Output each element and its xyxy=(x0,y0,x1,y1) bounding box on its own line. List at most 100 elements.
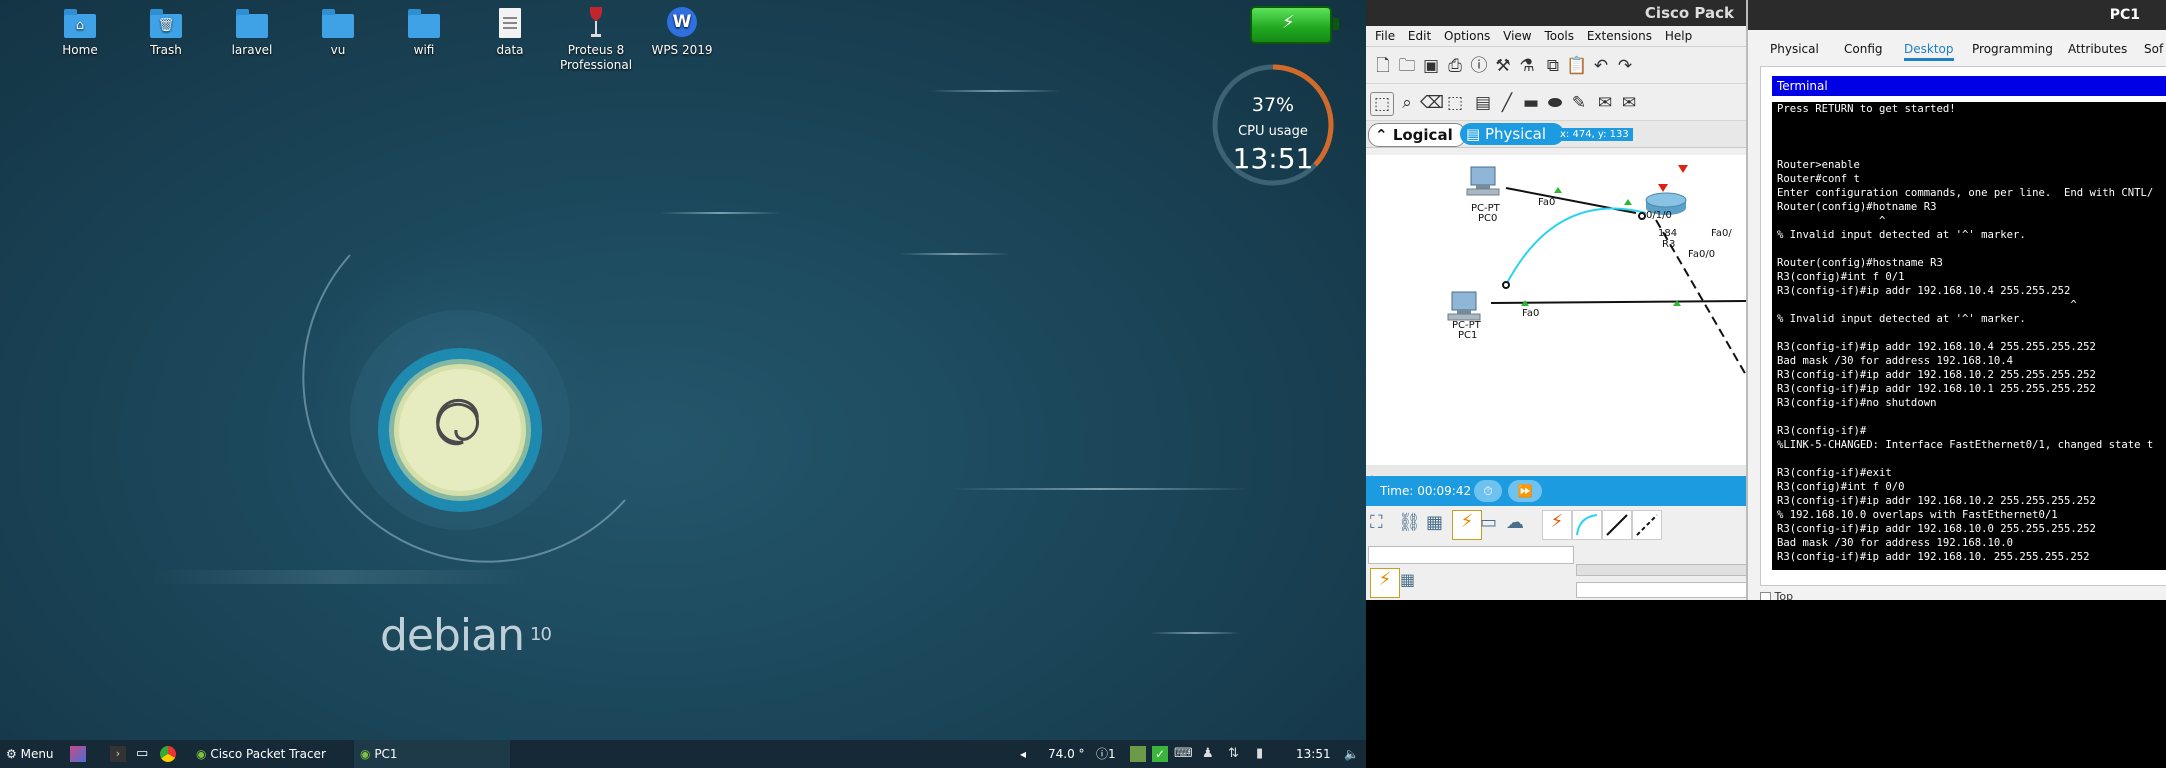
chevron-left-icon[interactable]: ◂ xyxy=(1020,740,1026,768)
crossover-cable-icon[interactable] xyxy=(1632,510,1662,540)
keyboard-icon[interactable]: ⌨ xyxy=(1174,746,1193,762)
menu-options[interactable]: Options xyxy=(1444,29,1490,43)
chrome-icon[interactable] xyxy=(160,746,176,762)
folder-icon xyxy=(234,6,270,40)
tab-physical[interactable]: Physical xyxy=(1770,42,1819,56)
menu-button[interactable]: ⚙ Menu xyxy=(6,740,54,768)
check-icon[interactable]: ✓ xyxy=(1152,746,1168,762)
notifications-badge[interactable]: ⓘ1 xyxy=(1096,740,1116,768)
menu-file[interactable]: File xyxy=(1375,29,1395,43)
menu-edit[interactable]: Edit xyxy=(1408,29,1431,43)
file-manager-icon[interactable]: ▭ xyxy=(136,746,152,762)
tab-label: Physical xyxy=(1484,125,1546,143)
fast-forward-button[interactable]: ⏩ xyxy=(1508,480,1542,502)
desktop-icon-proteus[interactable]: Proteus 8 Professional xyxy=(556,6,636,73)
simulation-time: Time: 00:09:42 xyxy=(1380,484,1472,498)
open-folder-icon[interactable]: 🗀 xyxy=(1396,55,1418,77)
battery-tray-icon[interactable]: ▮ xyxy=(1256,746,1272,762)
canvas-horizontal-scrollbar[interactable]: ◂ xyxy=(1366,465,1746,483)
desktop-icon-label: vu xyxy=(330,43,346,57)
user-icon[interactable]: ♟ xyxy=(1202,746,1218,762)
taskbar-clock[interactable]: 13:51 xyxy=(1296,740,1331,768)
rectangle-icon[interactable]: ▬ xyxy=(1520,92,1542,114)
terminal-line: R3(config)#int f 0/1 xyxy=(1777,271,1905,283)
print-icon[interactable]: ⎙ xyxy=(1444,55,1466,77)
desktop-icon-wifi[interactable]: wifi xyxy=(384,6,464,58)
activity-wizard-icon[interactable]: ⚗ xyxy=(1516,55,1538,77)
tab-attributes[interactable]: Attributes xyxy=(2068,42,2127,56)
volume-icon[interactable]: 🔈 xyxy=(1344,740,1359,768)
save-icon[interactable]: ▣ xyxy=(1420,55,1442,77)
device-pc1[interactable]: PC-PT PC1 Fa0 xyxy=(1447,291,1539,341)
freeform-icon[interactable]: ✎ xyxy=(1568,92,1590,114)
device-search-field[interactable] xyxy=(1368,546,1574,564)
desktop: ⌂ Home 🗑 Trash laravel vu wifi data Prot… xyxy=(0,0,1366,740)
select-icon[interactable]: ⬚ xyxy=(1370,92,1394,116)
connections-icon[interactable]: ⚡ xyxy=(1452,510,1482,540)
top-checkbox[interactable]: Top xyxy=(1760,590,1793,600)
taskbar-app-packet-tracer[interactable]: ◉ Cisco Packet Tracer xyxy=(196,740,326,768)
tab-logical[interactable]: ⌃ Logical xyxy=(1368,123,1466,147)
device-list-panel xyxy=(1576,582,1746,598)
tab-physical[interactable]: ▤ Physical xyxy=(1460,123,1564,145)
port-label: Fa0/0 xyxy=(1688,249,1715,260)
paste-icon[interactable]: 📋 xyxy=(1566,55,1588,77)
terminal-line: Router(config)#hostname R3 xyxy=(1777,257,1943,269)
terminal-line: Bad mask /30 for address 192.168.10.0 xyxy=(1777,537,2013,549)
power-cycle-button[interactable]: ⏱ xyxy=(1474,480,1502,502)
link-pc1-switch[interactable] xyxy=(1490,300,1746,304)
menu-tools[interactable]: Tools xyxy=(1544,29,1574,43)
new-file-icon[interactable]: 🗋 xyxy=(1372,55,1394,77)
time-bar: Time: 00:09:42 ⏱ ⏩ xyxy=(1366,476,1746,506)
resize-icon[interactable]: ⬚ xyxy=(1444,92,1466,114)
draw-line-icon[interactable]: ╱ xyxy=(1496,92,1518,114)
taskbar-app-pc1[interactable]: ◉ PC1 xyxy=(354,740,510,768)
desktop-icon-trash[interactable]: 🗑 Trash xyxy=(126,6,206,58)
tab-programming[interactable]: Programming xyxy=(1972,42,2053,56)
info-icon[interactable]: ⓘ xyxy=(1468,55,1490,77)
network-icon[interactable]: ⇅ xyxy=(1228,746,1244,762)
undo-icon[interactable]: ↶ xyxy=(1590,55,1612,77)
console-cable-icon[interactable] xyxy=(1572,510,1602,540)
terminal-output[interactable]: Press RETURN to get started! Router>enab… xyxy=(1772,102,2166,570)
desktop-icon-laravel[interactable]: laravel xyxy=(212,6,292,58)
tab-desktop[interactable]: Desktop xyxy=(1904,42,1954,61)
terminal-launcher-icon[interactable]: › xyxy=(110,746,126,762)
wallpaper-streak xyxy=(1150,632,1240,634)
device-type-bar: ⛶ ⛓ ▦ ⚡ ▭ ☁ ⚡ ⚡ ▦ xyxy=(1366,506,1746,600)
auto-connection-icon[interactable]: ⚡ xyxy=(1542,510,1572,540)
network-devices-icon[interactable]: ⛶ xyxy=(1370,512,1398,540)
components-icon[interactable]: ▦ xyxy=(1426,512,1454,540)
desktop-icon-home[interactable]: ⌂ Home xyxy=(40,6,120,58)
end-devices-icon[interactable]: ⛓ xyxy=(1398,512,1426,540)
desktop-icon-data[interactable]: data xyxy=(470,6,550,58)
multiuser-icon[interactable]: ☁ xyxy=(1506,512,1534,540)
copy-icon[interactable]: ⧉ xyxy=(1542,55,1564,77)
topology-canvas[interactable]: PC-PT PC0 Fa0 PC-PT PC1 Fa0 0/1/0 184 R3… xyxy=(1366,155,1746,465)
tray-app-icon[interactable] xyxy=(1130,746,1146,762)
zoom-icon[interactable]: ⌕ xyxy=(1396,92,1418,114)
tab-config[interactable]: Config xyxy=(1844,42,1883,56)
menu-view[interactable]: View xyxy=(1503,29,1531,43)
selected-connection-icon[interactable]: ⚡ xyxy=(1370,568,1400,598)
menu-extensions[interactable]: Extensions xyxy=(1587,29,1652,43)
straight-cable-icon[interactable] xyxy=(1602,510,1632,540)
link-console-cable[interactable] xyxy=(1505,207,1647,286)
device-list-scrollbar[interactable] xyxy=(1576,564,1746,576)
redo-icon[interactable]: ↷ xyxy=(1614,55,1636,77)
desktop-switcher-icon[interactable] xyxy=(70,746,86,762)
desktop-icon-vu[interactable]: vu xyxy=(298,6,378,58)
misc-icon[interactable]: ▭ xyxy=(1480,512,1508,540)
ellipse-icon[interactable]: ⬬ xyxy=(1544,92,1566,114)
checkbox-label: Top xyxy=(1774,590,1794,600)
delete-icon[interactable]: ⌫ xyxy=(1420,92,1444,114)
tab-software[interactable]: Sof xyxy=(2144,42,2163,56)
note-icon[interactable]: ▤ xyxy=(1472,92,1494,114)
simple-pdu-icon[interactable]: ✉ xyxy=(1594,92,1616,114)
grid-icon[interactable]: ▦ xyxy=(1400,570,1428,598)
menu-help[interactable]: Help xyxy=(1665,29,1692,43)
network-wizard-icon[interactable]: ⚒ xyxy=(1492,55,1514,77)
complex-pdu-icon[interactable]: ✉ xyxy=(1618,92,1640,114)
desktop-icon-wps[interactable]: W WPS 2019 xyxy=(642,6,722,58)
